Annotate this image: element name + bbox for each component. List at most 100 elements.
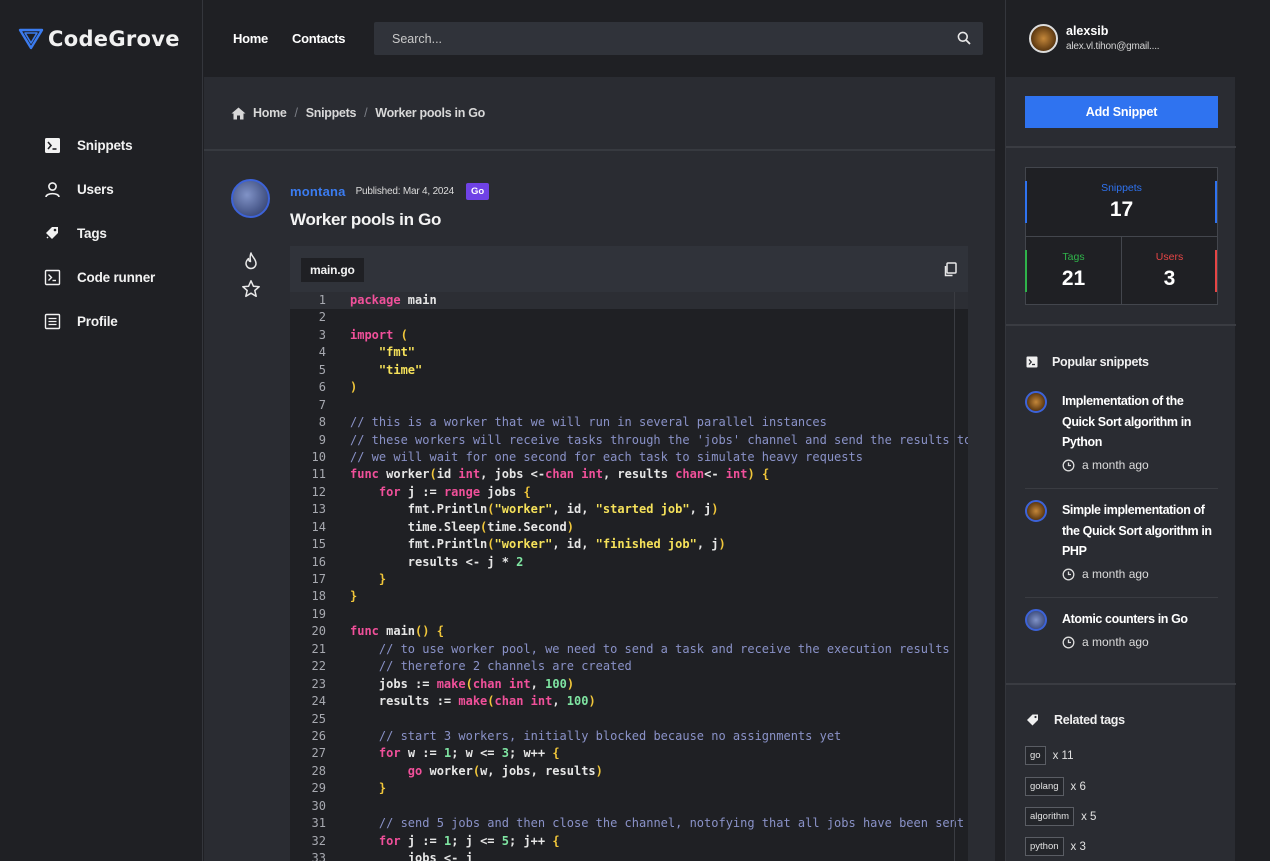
code-line[interactable]: 22 // therefore 2 channels are created (290, 658, 968, 675)
sidebar-item-code-runner[interactable]: Code runner (44, 255, 155, 299)
code-line[interactable]: 10 // we will wait for one second for eac… (290, 449, 968, 466)
line-number: 31 (311, 816, 326, 831)
left-sidebar: CodeGrove Snippets Users Tags Code runne… (0, 0, 203, 861)
popular-item[interactable]: Simple implementation of the Quick Sort … (1025, 500, 1218, 585)
code-line[interactable]: 23 jobs := make(chan int, 100) (290, 676, 968, 693)
code-line[interactable]: 29 } (290, 780, 968, 797)
nav-link-contacts[interactable]: Contacts (292, 31, 346, 46)
code-text: // start 3 workers, initially blocked be… (378, 728, 842, 743)
code-line[interactable]: 14 time.Sleep(time.Second) (290, 519, 968, 536)
code-line[interactable]: 18} (290, 588, 968, 605)
line-number: 24 (311, 694, 326, 709)
user-avatar[interactable] (1029, 24, 1058, 53)
code-line[interactable]: 19 (290, 606, 968, 623)
breadcrumb-snippets[interactable]: Snippets (306, 106, 357, 120)
code-line[interactable]: 6) (290, 379, 968, 396)
home-icon[interactable] (231, 107, 246, 120)
popular-item-date: a month ago (1062, 458, 1149, 472)
code-panel: main.go 1 package main 2 3 import (4 "fmt" 5 … (290, 246, 968, 861)
stat-snippets[interactable]: Snippets 17 (1026, 182, 1217, 222)
tag-chip[interactable]: go (1025, 746, 1046, 765)
code-header: main.go (290, 246, 968, 292)
code-line[interactable]: 31 // send 5 jobs and then close the cha… (290, 815, 968, 832)
sidebar-item-tags[interactable]: Tags (44, 211, 155, 255)
user-name[interactable]: alexsib (1066, 24, 1108, 38)
line-number: 26 (311, 728, 326, 743)
stat-users[interactable]: Users 3 (1122, 251, 1217, 291)
search-icon[interactable] (957, 31, 971, 45)
sidebar-item-profile[interactable]: Profile (44, 299, 155, 343)
code-line[interactable]: 24 results := make(chan int, 100) (290, 693, 968, 710)
code-line[interactable]: 1 package main (290, 292, 968, 310)
code-line[interactable]: 21 // to use worker pool, we need to sen… (290, 641, 968, 658)
code-line[interactable]: 9 // these workers will receive tasks thr… (290, 432, 968, 449)
code-line[interactable]: 26 // start 3 workers, initially blocked… (290, 728, 968, 745)
code-line[interactable]: 25 (290, 711, 968, 728)
snippet-meta: montana Published: Mar 4, 2024 Go (290, 183, 490, 200)
author-avatar[interactable] (231, 179, 270, 218)
stat-tags[interactable]: Tags 21 (1026, 251, 1121, 291)
line-number: 5 (318, 362, 326, 377)
code-line[interactable]: 2 (290, 309, 968, 326)
tag-count: x 6 (1070, 780, 1086, 793)
code-text: fmt.Println("worker", id, "finished job"… (350, 537, 726, 552)
code-line[interactable]: 8 // this is a worker that we will run in… (290, 414, 968, 431)
code-line[interactable]: 4 "fmt" (290, 344, 968, 361)
code-line[interactable]: 3 import ( (290, 327, 968, 344)
star-icon[interactable] (241, 279, 261, 299)
code-line[interactable]: 27 for w := 1; w <= 3; w++ { (290, 745, 968, 762)
related-tags-title: Related tags (1054, 713, 1125, 727)
fire-icon[interactable] (241, 251, 261, 271)
sidebar-item-users[interactable]: Users (44, 167, 155, 211)
code-line[interactable]: 11 func worker(id int, jobs <-chan int, r… (290, 466, 968, 483)
code-text: for j := range jobs { (378, 484, 531, 499)
sidebar-item-snippets[interactable]: Snippets (44, 123, 155, 167)
author-link[interactable]: montana (290, 184, 346, 199)
code-line[interactable]: 15 fmt.Println("worker", id, "finished j… (290, 536, 968, 553)
language-badge[interactable]: Go (466, 183, 490, 200)
code-text: // therefore 2 channels are created (378, 659, 632, 674)
code-line[interactable]: 32 for j := 1; j <= 5; j++ { (290, 833, 968, 850)
popular-item-title[interactable]: Atomic counters in Go (1062, 609, 1217, 630)
popular-item-date: a month ago (1062, 567, 1149, 581)
tag-chip[interactable]: golang (1025, 777, 1064, 796)
code-text: results := make(chan int, 100) (350, 694, 596, 709)
clock-icon (1062, 459, 1075, 471)
code-line[interactable]: 16 results <- j * 2 (290, 554, 968, 571)
code-editor[interactable]: 1 package main 2 3 import (4 "fmt" 5 "time" 6)… (290, 292, 968, 861)
stat-label: Users (1155, 251, 1184, 263)
copy-icon[interactable] (943, 262, 957, 277)
tag-chip[interactable]: python (1025, 837, 1064, 856)
right-sidebar: alexsib alex.vl.tihon@gmail.... Add Snip… (1005, 0, 1236, 861)
author-avatar (1025, 391, 1047, 413)
search-input[interactable] (374, 22, 983, 55)
divider (1006, 683, 1236, 685)
code-text: } (350, 589, 358, 604)
tag-row: python x 3 (1025, 837, 1086, 856)
popular-item-title[interactable]: Simple implementation of the Quick Sort … (1062, 500, 1217, 562)
stat-value: 17 (1109, 198, 1134, 221)
code-line[interactable]: 7 (290, 397, 968, 414)
code-text: results <- j * 2 (350, 554, 524, 569)
popular-item-title[interactable]: Implementation of the Quick Sort algorit… (1062, 391, 1217, 453)
brand-logo[interactable]: CodeGrove (18, 26, 180, 52)
code-line[interactable]: 5 "time" (290, 362, 968, 379)
breadcrumb-home[interactable]: Home (253, 106, 287, 120)
popular-item[interactable]: Implementation of the Quick Sort algorit… (1025, 391, 1218, 476)
file-tab[interactable]: main.go (301, 258, 364, 282)
clock-icon (1062, 636, 1075, 648)
code-line[interactable]: 20 func main() { (290, 623, 968, 640)
author-avatar (1025, 609, 1047, 631)
code-line[interactable]: 30 (290, 798, 968, 815)
code-line[interactable]: 28 go worker(w, jobs, results) (290, 763, 968, 780)
line-number: 3 (318, 327, 326, 342)
code-line[interactable]: 33 jobs <- j (290, 850, 968, 861)
code-line[interactable]: 12 for j := range jobs { (290, 484, 968, 501)
add-snippet-button[interactable]: Add Snippet (1025, 96, 1218, 128)
code-line[interactable]: 13 fmt.Println("worker", id, "started jo… (290, 501, 968, 518)
code-line[interactable]: 17 } (290, 571, 968, 588)
popular-item[interactable]: Atomic counters in Go a month ago (1025, 609, 1218, 654)
tag-chip[interactable]: algorithm (1025, 807, 1075, 826)
nav-link-home[interactable]: Home (233, 31, 268, 46)
code-text: jobs <- j (350, 851, 473, 861)
